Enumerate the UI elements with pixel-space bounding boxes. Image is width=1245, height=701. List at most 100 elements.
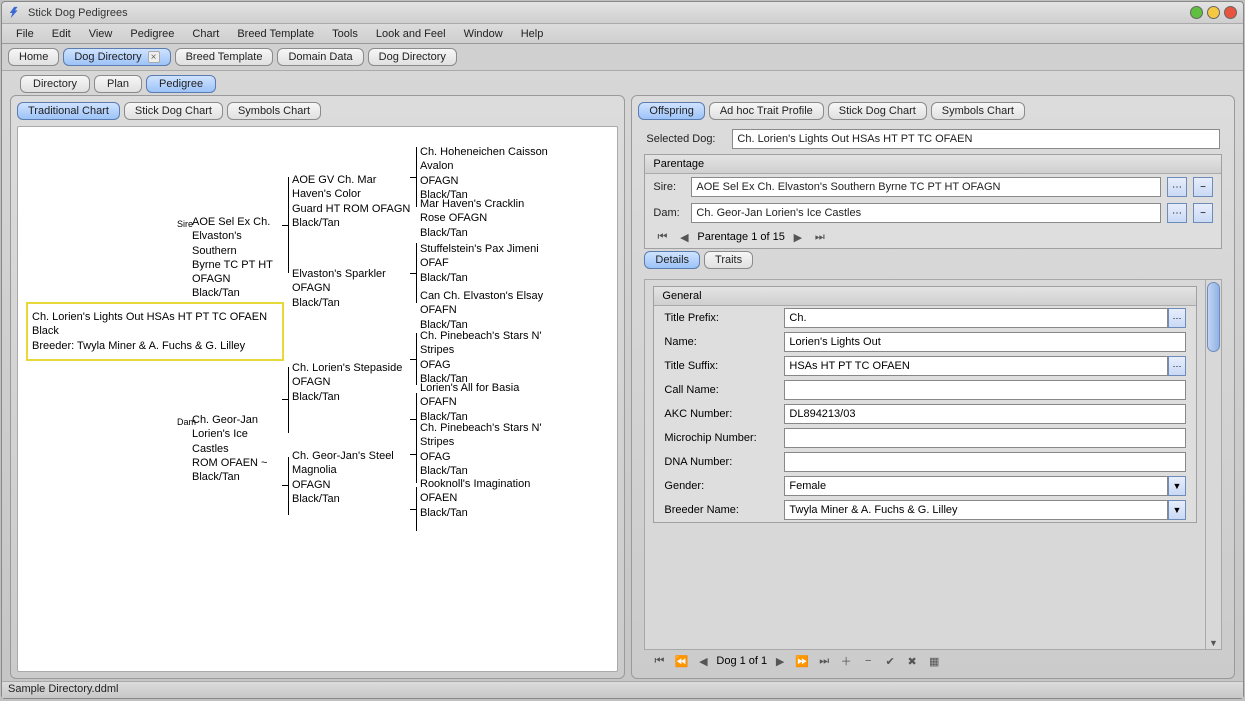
breeder-name-input[interactable]	[784, 500, 1168, 520]
parentage-next-icon[interactable]: ▶	[789, 229, 807, 245]
tab-plan[interactable]: Plan	[94, 75, 142, 93]
dog-nav-prevpage-icon[interactable]: ⏪	[672, 653, 690, 669]
g3-b-name: Elvaston's Sparkler OFAGN	[292, 268, 386, 294]
sire-lookup-button[interactable]: ⋯	[1167, 177, 1187, 197]
dog-commit-icon[interactable]: ✔	[881, 653, 899, 669]
sire-label-form: Sire:	[653, 181, 685, 193]
tab-details[interactable]: Details	[644, 251, 700, 269]
minimize-button[interactable]	[1190, 6, 1203, 19]
tab-stick-dog-chart[interactable]: Stick Dog Chart	[124, 102, 223, 120]
menu-help[interactable]: Help	[513, 26, 552, 42]
nav-breed-template[interactable]: Breed Template	[175, 48, 274, 66]
akc-number-input[interactable]	[784, 404, 1186, 424]
sire-clear-button[interactable]: −	[1193, 177, 1213, 197]
title-prefix-label: Title Prefix:	[664, 312, 784, 324]
g3-b-color: Black/Tan	[292, 297, 340, 309]
g4-c-color: Black/Tan	[420, 272, 468, 284]
title-prefix-input[interactable]	[784, 308, 1168, 328]
breeder-dropdown-icon[interactable]: ▼	[1168, 500, 1186, 520]
call-name-label: Call Name:	[664, 384, 784, 396]
scroll-thumb[interactable]	[1207, 282, 1220, 352]
tab-offspring[interactable]: Offspring	[638, 102, 704, 120]
dog-nav-last-icon[interactable]: ⏭	[815, 653, 833, 669]
dam-label-form: Dam:	[653, 207, 685, 219]
dog-nav-first-icon[interactable]: ⏮	[650, 653, 668, 669]
parentage-position: Parentage 1 of 15	[697, 231, 784, 243]
menu-breed-template[interactable]: Breed Template	[229, 26, 322, 42]
selected-dog-input[interactable]	[732, 129, 1220, 149]
gender-dropdown-icon[interactable]: ▼	[1168, 476, 1186, 496]
dog-add-icon[interactable]: ＋	[837, 653, 855, 669]
dog-nav-nextpage-icon[interactable]: ⏩	[793, 653, 811, 669]
close-tab-icon[interactable]: ×	[148, 51, 160, 63]
g4-a-name: Ch. Hoheneichen Caisson Avalon OFAGN	[420, 146, 548, 187]
parentage-first-icon[interactable]: ⏮	[653, 229, 671, 245]
tab-symbols-chart[interactable]: Symbols Chart	[227, 102, 321, 120]
dog-nav-next-icon[interactable]: ▶	[771, 653, 789, 669]
tab-adhoc-trait-profile[interactable]: Ad hoc Trait Profile	[709, 102, 824, 120]
top-navigation: Home Dog Directory× Breed Template Domai…	[2, 44, 1243, 71]
g3-c-color: Black/Tan	[292, 391, 340, 403]
focal-dog-box[interactable]: Ch. Lorien's Lights Out HSAs HT PT TC OF…	[26, 302, 284, 361]
parentage-title: Parentage	[645, 155, 1221, 174]
tab-traits[interactable]: Traits	[704, 251, 753, 269]
tab-pedigree[interactable]: Pedigree	[146, 75, 216, 93]
chart-tabs: Traditional Chart Stick Dog Chart Symbol…	[17, 102, 618, 120]
focal-breeder: Breeder: Twyla Miner & A. Fuchs & G. Lil…	[32, 340, 245, 352]
title-suffix-lookup-button[interactable]: ⋯	[1168, 356, 1186, 376]
sire-input[interactable]	[691, 177, 1161, 197]
subtabs: Directory Plan Pedigree	[10, 75, 1235, 93]
selected-dog-label: Selected Dog:	[646, 133, 726, 145]
menu-view[interactable]: View	[81, 26, 121, 42]
g3-d-name: Ch. Geor-Jan's Steel Magnolia OFAGN	[292, 450, 394, 491]
g3-a-color: Black/Tan	[292, 217, 340, 229]
tab-stick-dog-chart-right[interactable]: Stick Dog Chart	[828, 102, 927, 120]
scroll-down-icon[interactable]: ▼	[1206, 638, 1221, 648]
tab-traditional-chart[interactable]: Traditional Chart	[17, 102, 120, 120]
dna-number-input[interactable]	[784, 452, 1186, 472]
menu-pedigree[interactable]: Pedigree	[122, 26, 182, 42]
dog-nav-prev-icon[interactable]: ◀	[694, 653, 712, 669]
dam-input[interactable]	[691, 203, 1161, 223]
dam-lookup-button[interactable]: ⋯	[1167, 203, 1187, 223]
dam-clear-button[interactable]: −	[1193, 203, 1213, 223]
nav-domain-data[interactable]: Domain Data	[277, 48, 363, 66]
g3-a-name: AOE GV Ch. Mar Haven's Color Guard HT RO…	[292, 174, 410, 215]
dog-grid-icon[interactable]: ▦	[925, 653, 943, 669]
menu-edit[interactable]: Edit	[44, 26, 79, 42]
dog-position: Dog 1 of 1	[716, 655, 767, 667]
menu-window[interactable]: Window	[456, 26, 511, 42]
title-prefix-lookup-button[interactable]: ⋯	[1168, 308, 1186, 328]
g4-e-name: Ch. Pinebeach's Stars N' Stripes OFAG	[420, 330, 542, 371]
menu-look-and-feel[interactable]: Look and Feel	[368, 26, 454, 42]
details-scrollbar[interactable]: ▲ ▼	[1205, 280, 1221, 649]
g4-h-name: Rooknoll's Imagination OFAEN	[420, 478, 530, 504]
nav-dog-directory[interactable]: Dog Directory×	[63, 48, 170, 66]
menu-file[interactable]: File	[8, 26, 42, 42]
nav-dog-directory-2[interactable]: Dog Directory	[368, 48, 457, 66]
parentage-prev-icon[interactable]: ◀	[675, 229, 693, 245]
menu-chart[interactable]: Chart	[184, 26, 227, 42]
dog-remove-icon[interactable]: −	[859, 653, 877, 669]
parentage-last-icon[interactable]: ⏭	[811, 229, 829, 245]
dog-cancel-icon[interactable]: ✖	[903, 653, 921, 669]
g4-h-color: Black/Tan	[420, 507, 468, 519]
call-name-input[interactable]	[784, 380, 1186, 400]
breeder-name-label: Breeder Name:	[664, 504, 784, 516]
g2-dam-color: ROM OFAEN ~ Black/Tan	[192, 457, 268, 483]
tab-directory[interactable]: Directory	[20, 75, 90, 93]
gender-input[interactable]	[784, 476, 1168, 496]
title-suffix-input[interactable]	[784, 356, 1168, 376]
g2-dam-name: Ch. Geor-Jan Lorien's Ice Castles	[192, 414, 258, 455]
close-button[interactable]	[1224, 6, 1237, 19]
menu-tools[interactable]: Tools	[324, 26, 366, 42]
nav-home[interactable]: Home	[8, 48, 59, 66]
microchip-input[interactable]	[784, 428, 1186, 448]
title-suffix-label: Title Suffix:	[664, 360, 784, 372]
microchip-label: Microchip Number:	[664, 432, 784, 444]
dna-number-label: DNA Number:	[664, 456, 784, 468]
tab-symbols-chart-right[interactable]: Symbols Chart	[931, 102, 1025, 120]
maximize-button[interactable]	[1207, 6, 1220, 19]
name-input[interactable]	[784, 332, 1186, 352]
g2-sire-name: AOE Sel Ex Ch. Elvaston's Southern Byrne…	[192, 216, 273, 285]
